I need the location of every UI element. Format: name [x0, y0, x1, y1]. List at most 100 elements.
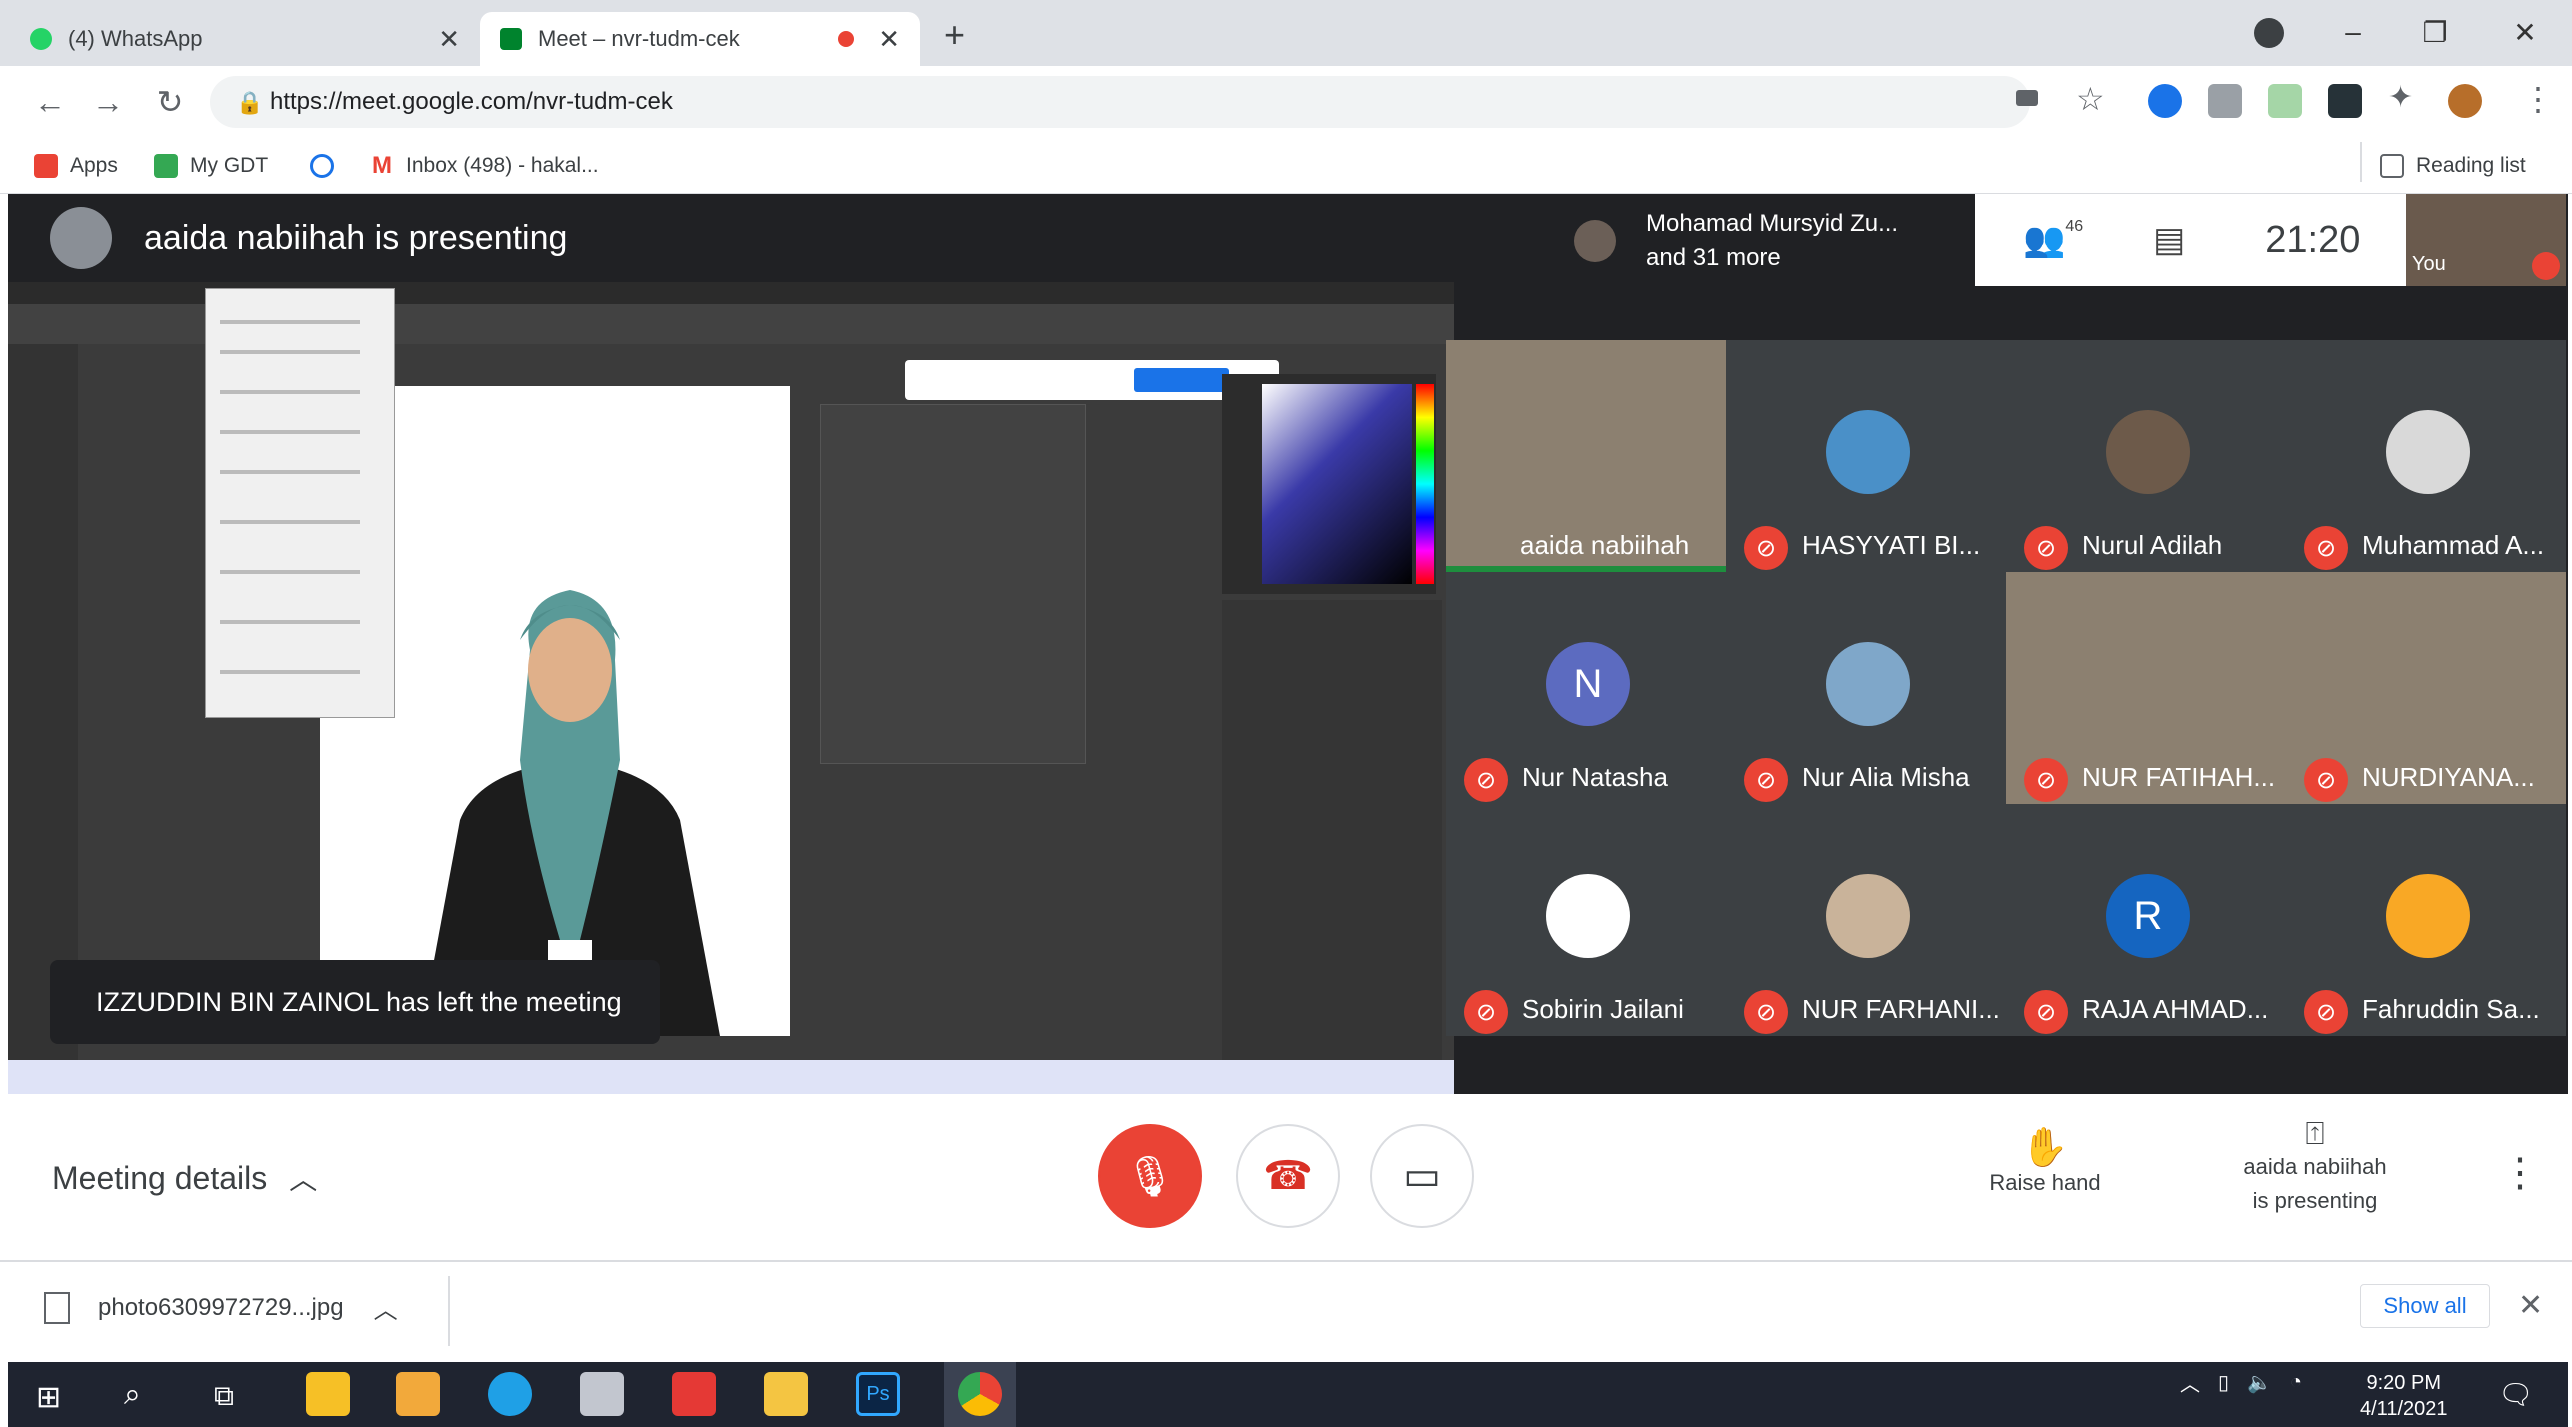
- leave-call-button[interactable]: ☎: [1236, 1124, 1340, 1228]
- participant-name: Muhammad A...: [2362, 530, 2545, 560]
- file-explorer-icon[interactable]: [764, 1372, 808, 1416]
- bookmark-label: Inbox (498) - hakal...: [406, 154, 599, 177]
- tab-meet[interactable]: Meet – nvr-tudm-cek ✕: [480, 12, 920, 66]
- chevron-up-icon[interactable]: ︿: [2180, 1368, 2200, 1397]
- present-screen-icon: ⍐: [2305, 1115, 2325, 1151]
- present-now-button[interactable]: ⍐ aaida nabiihah is presenting: [2205, 1116, 2425, 1218]
- presenting-title: aaida nabiihah is presenting: [144, 218, 568, 257]
- camera-icon[interactable]: [2016, 90, 2038, 106]
- avatar: [2386, 410, 2470, 494]
- menu-row: [220, 570, 360, 574]
- participant-tile[interactable]: ⊘ Sobirin Jailani: [1446, 804, 1726, 1036]
- others-line1: Mohamad Mursyid Zu...: [1646, 210, 1899, 237]
- tab-whatsapp[interactable]: (4) WhatsApp ✕: [10, 12, 480, 66]
- gmail-icon: M: [370, 152, 394, 179]
- download-item[interactable]: photo6309972729...jpg ︿: [44, 1290, 398, 1325]
- avatar: [50, 207, 112, 269]
- minimize-button[interactable]: –: [2318, 8, 2388, 56]
- chat-icon[interactable]: ▤: [2153, 220, 2185, 260]
- grid-icon: [154, 154, 178, 178]
- edge-icon[interactable]: [488, 1372, 532, 1416]
- menu-icon[interactable]: ⋮: [2522, 80, 2554, 118]
- participant-tile[interactable]: aaida nabiihah: [1446, 340, 1726, 572]
- participant-name: RAJA AHMAD...: [2082, 994, 2269, 1024]
- store-icon[interactable]: [396, 1372, 440, 1416]
- windows-start-icon[interactable]: ⊞: [36, 1380, 61, 1415]
- participant-tile[interactable]: ⊘ HASYYATI BI...: [1726, 340, 2006, 572]
- participant-tile[interactable]: N ⊘ Nur Natasha: [1446, 572, 1726, 804]
- menu-row: [220, 620, 360, 624]
- photoshop-icon[interactable]: Ps: [856, 1372, 900, 1416]
- mic-off-icon: ⊘: [1464, 990, 1508, 1034]
- extension-icon[interactable]: [2208, 84, 2242, 118]
- camera-toggle-button[interactable]: ▭: [1370, 1124, 1474, 1228]
- show-all-button[interactable]: Show all: [2360, 1284, 2490, 1328]
- battery-icon[interactable]: ▯: [2218, 1370, 2229, 1395]
- menu-row: [220, 520, 360, 524]
- menu-row: [220, 320, 360, 324]
- puzzle-icon[interactable]: ✦: [2388, 80, 2413, 115]
- participant-tile[interactable]: ⊘ NURDIYANA...: [2286, 572, 2566, 804]
- mic-off-icon: ⊘: [1744, 526, 1788, 570]
- forward-button[interactable]: →: [86, 80, 130, 124]
- search-icon[interactable]: ⌕: [124, 1378, 141, 1412]
- participant-tile[interactable]: ⊘ Fahruddin Sa...: [2286, 804, 2566, 1036]
- back-button[interactable]: ←: [28, 80, 72, 124]
- participant-name: Fahruddin Sa...: [2362, 994, 2540, 1024]
- extension-icon[interactable]: [2328, 84, 2362, 118]
- new-tab-button[interactable]: +: [944, 14, 965, 56]
- notifications-icon[interactable]: 🗨: [2498, 1378, 2534, 1411]
- extension-icon[interactable]: [2268, 84, 2302, 118]
- menu-row: [220, 390, 360, 394]
- participant-tile[interactable]: ⊘ Nur Alia Misha: [1726, 572, 2006, 804]
- others-presenting[interactable]: Mohamad Mursyid Zu... and 31 more: [1556, 196, 1970, 286]
- bookmark-gmail[interactable]: M Inbox (498) - hakal...: [370, 146, 599, 186]
- app-icon[interactable]: [672, 1372, 716, 1416]
- close-window-button[interactable]: ✕: [2490, 8, 2560, 56]
- people-count: 46: [2065, 218, 2084, 235]
- extension-icon[interactable]: [2148, 84, 2182, 118]
- participant-tile[interactable]: ⊘ Muhammad A...: [2286, 340, 2566, 572]
- raise-hand-button[interactable]: ✋ Raise hand: [1960, 1126, 2130, 1196]
- reload-button[interactable]: ↻: [148, 80, 192, 124]
- app-icon[interactable]: [580, 1372, 624, 1416]
- close-icon[interactable]: ✕: [878, 24, 900, 55]
- participant-tile[interactable]: ⊘ NUR FATIHAH...: [2006, 572, 2286, 804]
- close-icon[interactable]: ✕: [438, 24, 460, 55]
- avatar: [2106, 410, 2190, 494]
- bookmark-sync[interactable]: [310, 146, 346, 186]
- people-icon[interactable]: 👥: [2023, 220, 2065, 260]
- volume-icon[interactable]: 🔈: [2247, 1370, 2272, 1395]
- participant-name: NUR FATIHAH...: [2082, 762, 2276, 792]
- chrome-icon[interactable]: [958, 1372, 1002, 1416]
- avatar[interactable]: [2448, 84, 2482, 118]
- address-bar[interactable]: 🔒 https://meet.google.com/nvr-tudm-cek: [210, 76, 2030, 128]
- system-clock[interactable]: 9:20 PM 4/11/2021: [2360, 1370, 2448, 1422]
- hue-slider: [1416, 384, 1434, 584]
- task-view-icon[interactable]: ⧉: [214, 1380, 234, 1413]
- meeting-details-button[interactable]: Meeting details ︿: [52, 1158, 317, 1198]
- bookmark-apps[interactable]: Apps: [34, 146, 118, 186]
- more-options-icon[interactable]: ⋮: [2500, 1150, 2540, 1196]
- chevron-up-icon[interactable]: ︿: [374, 1290, 398, 1325]
- star-icon[interactable]: ☆: [2076, 80, 2105, 118]
- shared-taskbar: [8, 1060, 1454, 1094]
- profile-icon[interactable]: [2254, 18, 2284, 48]
- sticky-notes-icon[interactable]: [306, 1372, 350, 1416]
- mic-toggle-button[interactable]: 🎙: [1098, 1124, 1202, 1228]
- phone-hangup-icon: ☎: [1263, 1154, 1313, 1198]
- participant-tile[interactable]: ⊘ Nurul Adilah: [2006, 340, 2286, 572]
- close-icon[interactable]: ✕: [2518, 1288, 2543, 1323]
- restore-button[interactable]: ❐: [2400, 8, 2470, 56]
- participant-name: Nurul Adilah: [2082, 530, 2223, 560]
- participant-name: Nur Alia Misha: [1802, 762, 1970, 792]
- participant-tile[interactable]: ⊘ NUR FARHANI...: [1726, 804, 2006, 1036]
- photoshop-layers-panel: [1222, 600, 1442, 1060]
- wifi-icon[interactable]: ◔: [2290, 1371, 2302, 1394]
- reading-list[interactable]: Reading list: [2380, 146, 2526, 186]
- bookmark-mygdt[interactable]: My GDT: [154, 146, 268, 186]
- participant-tile[interactable]: R ⊘ RAJA AHMAD...: [2006, 804, 2286, 1036]
- participant-name: Sobirin Jailani: [1522, 994, 1684, 1024]
- menu-row: [220, 430, 360, 434]
- system-tray[interactable]: ︿ ▯ 🔈 ◔: [2180, 1368, 2302, 1397]
